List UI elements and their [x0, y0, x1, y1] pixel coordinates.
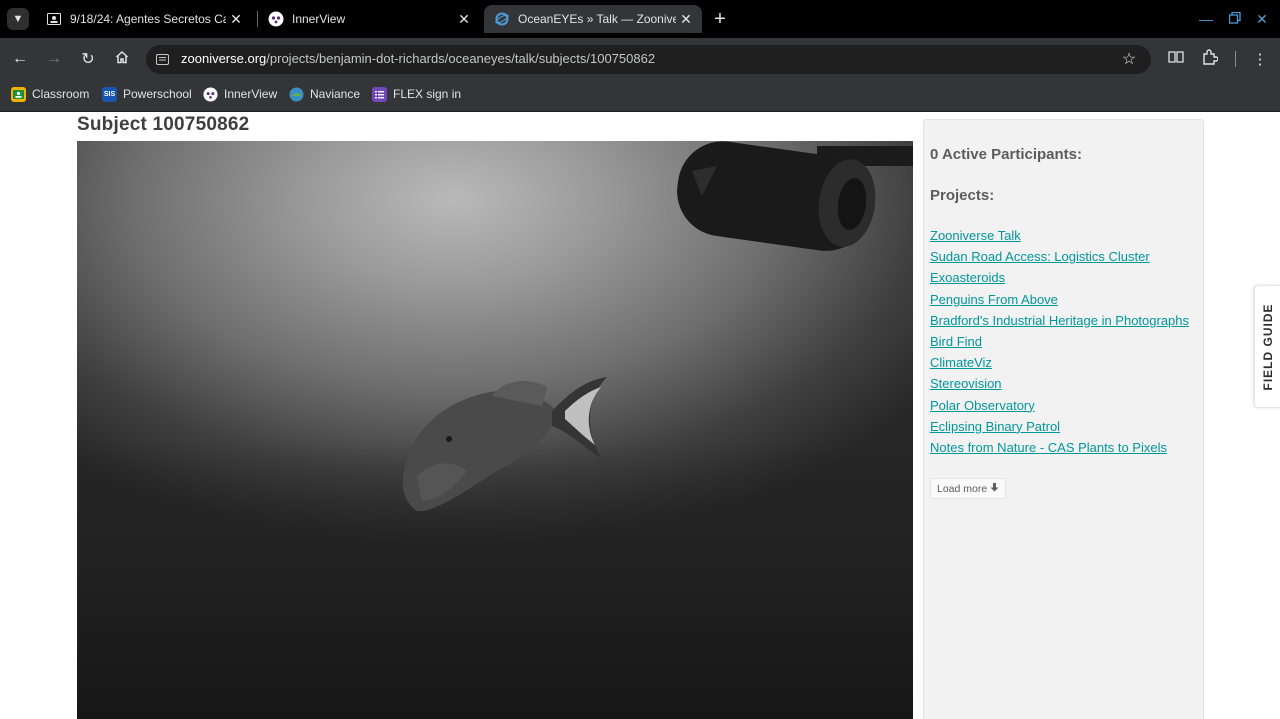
url-text[interactable]: zooniverse.org/projects/benjamin-dot-ric…: [181, 51, 655, 66]
bookmark-star-button[interactable]: ☆: [1118, 48, 1140, 70]
list-item: Stereovision: [930, 373, 1198, 394]
bookmark-classroom[interactable]: Classroom: [11, 84, 89, 104]
projects-heading: Projects:: [930, 187, 995, 204]
site-info-icon[interactable]: [155, 52, 170, 67]
talk-sidebar: 0 Active Participants: Projects: Zoonive…: [923, 119, 1204, 719]
tab-title: OceanEYEs » Talk — Zooniverse: [518, 12, 676, 26]
url-path: /projects/benjamin-dot-richards/oceaneye…: [266, 51, 656, 66]
google-classroom-icon: [11, 86, 26, 102]
bookmark-powerschool[interactable]: SIS Powerschool: [102, 84, 192, 104]
close-icon[interactable]: ✕: [454, 9, 474, 29]
subject-image-scene: [402, 141, 913, 512]
bookmark-label: Classroom: [32, 87, 90, 101]
list-item: Penguins From Above: [930, 289, 1198, 310]
active-participants-heading: 0 Active Participants:: [930, 146, 1082, 163]
restore-icon: [1228, 11, 1241, 27]
innerview-icon: [268, 11, 284, 27]
restore-button[interactable]: [1224, 8, 1246, 30]
tab-oceaneyes-talk[interactable]: OceanEYEs » Talk — Zooniverse ✕: [484, 5, 702, 33]
reading-mode-icon: [1168, 50, 1184, 68]
project-link[interactable]: Stereovision: [930, 376, 1002, 391]
innerview-icon: [203, 86, 218, 102]
project-link[interactable]: Notes from Nature - CAS Plants to Pixels: [930, 440, 1167, 455]
tab-search-button[interactable]: ▼: [7, 8, 29, 30]
field-guide-label: FIELD GUIDE: [1260, 302, 1275, 391]
bookmarks-bar: [0, 80, 1280, 112]
bookmark-label: Naviance: [310, 87, 361, 101]
home-button[interactable]: [110, 47, 134, 71]
tab-title: InnerView: [292, 12, 346, 26]
tab-strip: ▼ 9/18/24: Agentes Secretos Cap ✕ InnerV…: [0, 0, 1280, 38]
fish: [402, 377, 607, 512]
list-item: ClimateViz: [930, 352, 1198, 373]
reload-button[interactable]: ↻: [76, 47, 100, 71]
kebab-menu-icon: ⋮: [1252, 51, 1268, 68]
back-button[interactable]: ←: [8, 47, 32, 71]
project-link[interactable]: Bradford's Industrial Heritage in Photog…: [930, 313, 1189, 328]
list-item: Bradford's Industrial Heritage in Photog…: [930, 310, 1198, 331]
list-item: Sudan Road Access: Logistics Cluster: [930, 246, 1198, 267]
bookmark-label: Powerschool: [123, 87, 192, 101]
home-icon: [115, 50, 129, 69]
list-item: Polar Observatory: [930, 395, 1198, 416]
reading-mode-button[interactable]: [1165, 48, 1187, 70]
bookmark-flex-sign-in[interactable]: FLEX sign in: [372, 84, 461, 104]
subject-image[interactable]: [77, 141, 913, 719]
list-item: Eclipsing Binary Patrol: [930, 416, 1198, 437]
projects-list: Zooniverse Talk Sudan Road Access: Logis…: [930, 225, 1198, 458]
bookmark-innerview[interactable]: InnerView: [203, 84, 277, 104]
close-icon[interactable]: ✕: [676, 9, 696, 29]
url-host: zooniverse.org: [181, 51, 267, 66]
page-title: Subject 100750862: [77, 114, 250, 135]
project-link[interactable]: Exoasteroids: [930, 270, 1005, 285]
bookmark-naviance[interactable]: Naviance: [289, 84, 360, 104]
list-item: Zooniverse Talk: [930, 225, 1198, 246]
list-item: Bird Find: [930, 331, 1198, 352]
reload-icon: ↻: [81, 51, 95, 68]
tab-innerview[interactable]: InnerView ✕: [258, 5, 480, 33]
powerschool-icon: SIS: [102, 86, 117, 102]
new-tab-button[interactable]: +: [709, 8, 731, 30]
list-item: Exoasteroids: [930, 267, 1198, 288]
naviance-icon: [289, 87, 304, 102]
project-link[interactable]: Bird Find: [930, 334, 982, 349]
load-more-label: Load more: [937, 482, 988, 495]
classroom-assignment-icon: [46, 11, 62, 27]
tab-title: 9/18/24: Agentes Secretos Cap: [70, 12, 226, 26]
chevron-down-icon: ▼: [12, 13, 24, 25]
forward-button[interactable]: →: [42, 47, 66, 71]
project-link[interactable]: ClimateViz: [930, 355, 992, 370]
project-link[interactable]: Polar Observatory: [930, 398, 1035, 413]
arrow-down-icon: [990, 482, 999, 495]
menu-button[interactable]: ⋮: [1249, 48, 1271, 70]
puzzle-piece-icon: [1202, 49, 1219, 69]
close-icon: ✕: [1256, 10, 1268, 27]
star-icon: ☆: [1121, 51, 1137, 68]
tab-agentes-secretos[interactable]: 9/18/24: Agentes Secretos Cap ✕: [36, 5, 252, 33]
load-more-button[interactable]: Load more: [930, 478, 1007, 499]
arrow-right-icon: →: [46, 50, 62, 67]
camera-canister: [677, 141, 913, 251]
field-guide-tab[interactable]: FIELD GUIDE: [1254, 285, 1280, 408]
project-link[interactable]: Zooniverse Talk: [930, 228, 1021, 243]
list-item: Notes from Nature - CAS Plants to Pixels: [930, 437, 1198, 458]
forms-icon: [372, 86, 387, 102]
zooniverse-icon: [494, 11, 510, 27]
project-link[interactable]: Penguins From Above: [930, 292, 1058, 307]
extensions-button[interactable]: [1199, 48, 1221, 70]
bookmark-label: InnerView: [224, 87, 278, 101]
minimize-icon: —: [1199, 11, 1213, 27]
plus-icon: +: [714, 7, 726, 30]
close-window-button[interactable]: ✕: [1251, 8, 1273, 30]
bookmark-label: FLEX sign in: [393, 87, 462, 101]
close-icon[interactable]: ✕: [226, 9, 246, 29]
minimize-button[interactable]: —: [1195, 8, 1217, 30]
project-link[interactable]: Eclipsing Binary Patrol: [930, 419, 1060, 434]
project-link[interactable]: Sudan Road Access: Logistics Cluster: [930, 249, 1150, 264]
page-content: Subject 100750862 0 Active Participants:…: [0, 113, 1280, 719]
arrow-left-icon: ←: [12, 50, 28, 67]
toolbar-divider: [1235, 51, 1236, 67]
